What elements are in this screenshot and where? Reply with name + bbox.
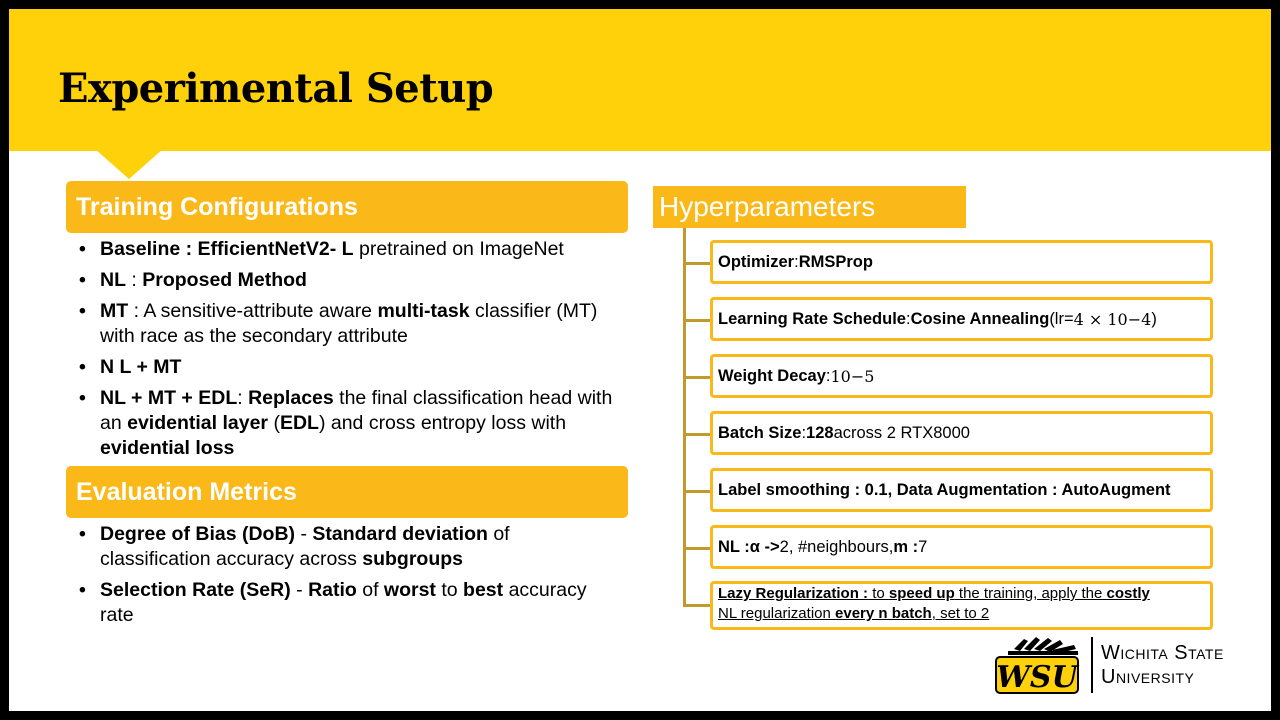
wsu-shocker-logo: WSU [995,637,1080,695]
slide: Experimental Setup Training Configuratio… [9,9,1271,711]
evaluation-list: Degree of Bias (DoB) - Standard deviatio… [75,522,615,634]
university-name-line2: University [1101,666,1195,688]
list-item: NL : Proposed Method [75,268,615,293]
list-item: N L + MT [75,355,615,380]
hyperparameters-heading: Hyperparameters [653,186,966,228]
tree-connector [683,547,711,550]
optimizer-box: Optimizer : RMSProp [710,240,1213,284]
nl-params-box: NL : α -> 2, #neighbours, m : 7 [710,525,1213,569]
tree-connector [683,490,711,493]
list-item: NL + MT + EDL: Replaces the final classi… [75,386,615,461]
header-notch [95,149,163,179]
university-name-line1: Wichita State [1101,642,1224,664]
logo-divider [1091,637,1093,693]
tree-connector [683,319,711,322]
lazy-regularization-box: Lazy Regularization : to speed up the tr… [710,581,1213,630]
batch-size-box: Batch Size : 128 across 2 RTX8000 [710,411,1213,455]
weight-decay-box: Weight Decay : 10 −5 [710,354,1213,398]
tree-connector [683,433,711,436]
augmentation-box: Label smoothing : 0.1, Data Augmentation… [710,468,1213,512]
logo-text: WSU [996,660,1079,695]
list-item: Baseline : EfficientNetV2- L pretrained … [75,237,615,262]
tree-connector [683,604,711,607]
tree-connector [683,262,711,265]
list-item: Degree of Bias (DoB) - Standard deviatio… [75,522,615,572]
training-list: Baseline : EfficientNetV2- L pretrained … [75,237,615,467]
university-wordmark: Wichita State University [1101,641,1224,689]
lr-schedule-box: Learning Rate Schedule : Cosine Annealin… [710,297,1213,341]
evaluation-heading: Evaluation Metrics [66,466,628,518]
list-item: MT : A sensitive-attribute aware multi-t… [75,299,615,349]
slide-title: Experimental Setup [58,65,494,112]
list-item: Selection Rate (SeR) - Ratio of worst to… [75,578,615,628]
training-heading: Training Configurations [66,181,628,233]
tree-connector [683,376,711,379]
